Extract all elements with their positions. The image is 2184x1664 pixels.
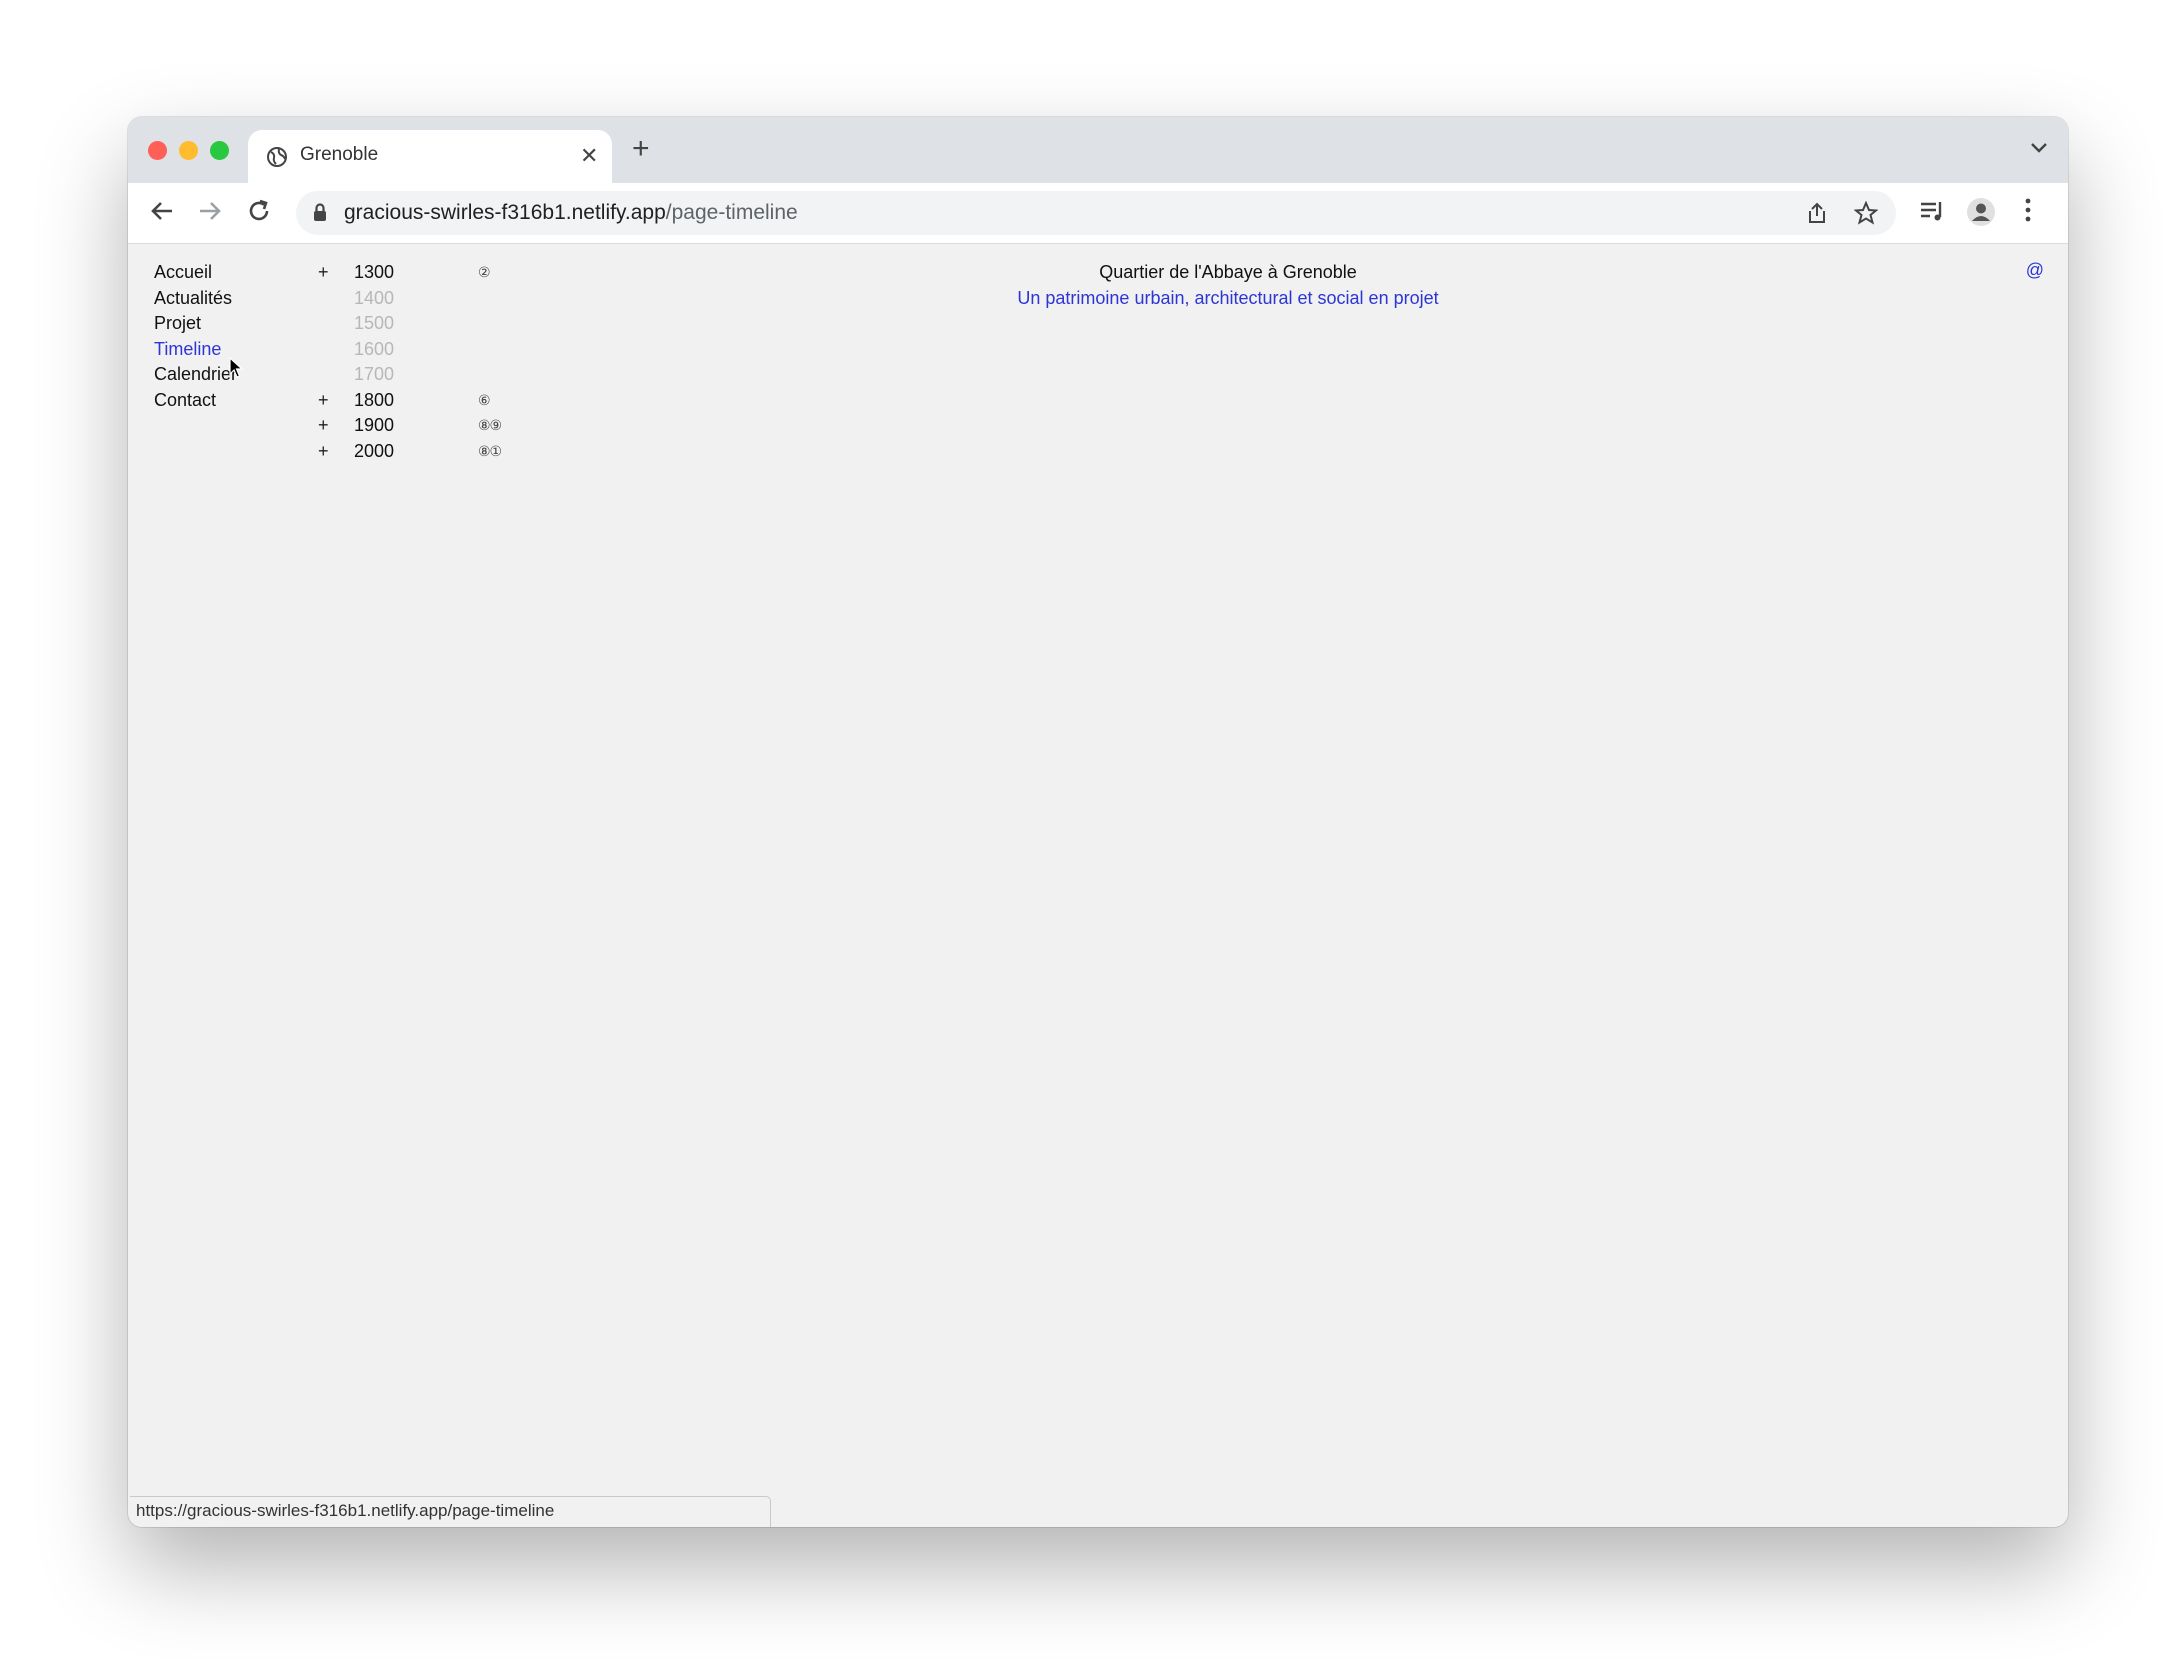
- nav-item-actualites[interactable]: Actualités: [154, 286, 237, 312]
- main-nav: Accueil Actualités Projet Timeline Calen…: [154, 260, 237, 413]
- timeline-row-1500: 1500: [318, 311, 538, 337]
- site-subtitle[interactable]: Un patrimoine urbain, architectural et s…: [848, 286, 1608, 312]
- reload-icon[interactable]: [245, 197, 273, 230]
- nav-item-accueil[interactable]: Accueil: [154, 260, 237, 286]
- address-bar[interactable]: gracious-swirles-f316b1.netlify.app/page…: [296, 191, 1896, 235]
- tab-title: Grenoble: [300, 144, 379, 165]
- status-url: https://gracious-swirles-f316b1.netlify.…: [136, 1501, 555, 1520]
- nav-item-timeline[interactable]: Timeline: [154, 337, 237, 363]
- reading-list-icon[interactable]: [1918, 197, 1946, 230]
- timeline-row-1600: 1600: [318, 337, 538, 363]
- globe-icon: [266, 146, 288, 173]
- tab-close-icon[interactable]: ✕: [580, 143, 598, 169]
- tab-strip: Grenoble ✕ +: [128, 117, 2068, 183]
- url-path: /page-timeline: [665, 201, 798, 224]
- browser-toolbar: gracious-swirles-f316b1.netlify.app/page…: [128, 183, 2068, 244]
- site-header: Quartier de l'Abbaye à Grenoble Un patri…: [848, 260, 1608, 311]
- expand-plus-icon[interactable]: +: [318, 260, 338, 286]
- minimize-window-button[interactable]: [179, 141, 198, 160]
- timeline-row-1400: 1400: [318, 286, 538, 312]
- event-count-badges: ⑧①: [478, 442, 502, 459]
- tab-grenoble[interactable]: Grenoble ✕: [248, 130, 612, 183]
- lock-icon[interactable]: [312, 202, 328, 227]
- maximize-window-button[interactable]: [210, 141, 229, 160]
- timeline-row-1300[interactable]: + 1300 ②: [318, 260, 538, 286]
- event-count-badges: ②: [478, 264, 491, 280]
- timeline-row-2000[interactable]: + 2000 ⑧①: [318, 439, 538, 465]
- share-icon[interactable]: [1806, 201, 1828, 230]
- forward-arrow-icon[interactable]: [196, 197, 224, 230]
- nav-item-contact[interactable]: Contact: [154, 388, 237, 414]
- chevron-down-icon[interactable]: [2030, 141, 2048, 159]
- new-tab-button[interactable]: +: [632, 131, 650, 167]
- timeline-year: 1400: [354, 287, 395, 308]
- expand-plus-icon[interactable]: +: [318, 388, 338, 414]
- timeline-row-1700: 1700: [318, 362, 538, 388]
- url-text: gracious-swirles-f316b1.netlify.app/page…: [344, 201, 798, 225]
- timeline-year: 1800: [354, 389, 395, 410]
- expand-plus-icon[interactable]: +: [318, 413, 338, 439]
- timeline-row-1900[interactable]: + 1900 ⑧⑨: [318, 413, 538, 439]
- url-host: gracious-swirles-f316b1.netlify.app: [344, 201, 666, 224]
- nav-item-projet[interactable]: Projet: [154, 311, 237, 337]
- mouse-cursor-icon: [229, 356, 244, 384]
- event-count-badges: ⑥: [478, 391, 491, 408]
- contact-at-link[interactable]: @: [2026, 260, 2044, 281]
- event-count-badges: ⑧⑨: [478, 417, 502, 433]
- profile-avatar-icon[interactable]: [1966, 197, 1996, 232]
- browser-window: Grenoble ✕ + gracious-swirles-f316b1.net…: [128, 117, 2068, 1527]
- expand-plus-icon[interactable]: +: [318, 439, 338, 465]
- timeline-year: 1500: [354, 313, 395, 333]
- close-window-button[interactable]: [148, 141, 167, 160]
- timeline-year: 1900: [354, 415, 395, 435]
- timeline-year: 1600: [354, 338, 395, 359]
- timeline-row-1800[interactable]: + 1800 ⑥: [318, 388, 538, 414]
- timeline-year: 2000: [354, 440, 395, 461]
- kebab-menu-icon[interactable]: [2024, 197, 2032, 228]
- timeline-year: 1300: [354, 262, 395, 282]
- timeline-list: + 1300 ② 1400 1500 1600 1700 + 1800 ⑥ + …: [318, 260, 538, 464]
- status-bar: https://gracious-swirles-f316b1.netlify.…: [130, 1496, 771, 1527]
- nav-item-calendrier[interactable]: Calendrier: [154, 362, 237, 388]
- back-arrow-icon[interactable]: [148, 197, 176, 230]
- timeline-year: 1700: [354, 364, 395, 384]
- site-title: Quartier de l'Abbaye à Grenoble: [1099, 262, 1357, 282]
- bookmark-star-icon[interactable]: [1853, 200, 1879, 230]
- page-content: Accueil Actualités Projet Timeline Calen…: [128, 244, 2068, 1527]
